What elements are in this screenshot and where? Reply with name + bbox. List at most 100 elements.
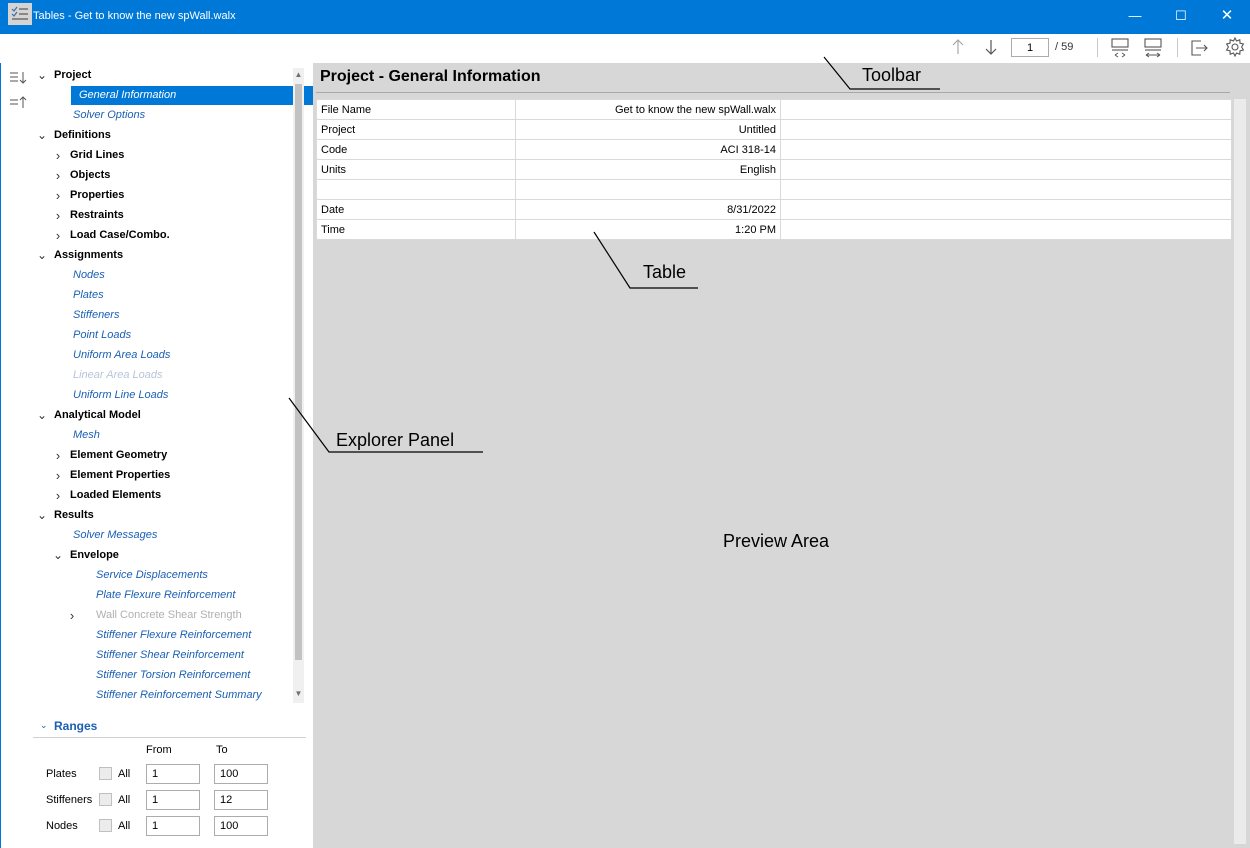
ranges-row-label: Nodes: [46, 820, 78, 832]
export-icon[interactable]: [1188, 37, 1210, 59]
tree-item[interactable]: ⌄ Assignments: [33, 246, 293, 265]
range-from-input[interactable]: 1: [146, 764, 200, 784]
tree-item[interactable]: › Element Properties: [33, 466, 293, 485]
tree-item-label: Grid Lines: [70, 149, 125, 161]
tree-item-label: Project: [54, 69, 92, 81]
tree-item[interactable]: › Grid Lines: [33, 146, 293, 165]
ranges-expand-icon[interactable]: ⌄: [40, 720, 48, 731]
page-number-input[interactable]: [1011, 38, 1049, 57]
minimize-button[interactable]: —: [1112, 0, 1158, 34]
ranges-header[interactable]: Ranges: [54, 719, 97, 733]
tree-item[interactable]: Linear Area Loads: [33, 366, 293, 385]
chevron-right-icon[interactable]: ›: [53, 466, 63, 485]
arrow-down-icon[interactable]: [983, 37, 999, 57]
table-row: Time 1:20 PM: [316, 219, 1232, 240]
tree-item[interactable]: › Properties: [33, 186, 293, 205]
explorer-scrollbar[interactable]: ▲ ▼: [293, 68, 304, 703]
range-to-input[interactable]: 12: [214, 790, 268, 810]
expand-rows-icon[interactable]: [1143, 37, 1163, 59]
tree-item-label: Linear Area Loads: [73, 369, 163, 381]
all-label: All: [118, 794, 131, 806]
tree-item[interactable]: Stiffener Flexure Reinforcement: [33, 626, 293, 645]
tree-item[interactable]: Plate Flexure Reinforcement: [33, 586, 293, 605]
tree-item[interactable]: ⌄ Project: [33, 66, 293, 85]
tree-item-label: Element Geometry: [70, 449, 168, 461]
tree-item[interactable]: Stiffeners: [33, 306, 293, 325]
tree-item-label: Stiffener Reinforcement Summary: [96, 689, 262, 701]
tree-item[interactable]: Point Loads: [33, 326, 293, 345]
tree-item-label: General Information: [79, 89, 177, 101]
chevron-right-icon[interactable]: ›: [53, 146, 63, 165]
range-from-input[interactable]: 1: [146, 816, 200, 836]
ranges-from-header: From: [146, 744, 172, 756]
table-row: Project Untitled: [316, 119, 1232, 140]
chevron-down-icon[interactable]: ⌄: [37, 406, 47, 425]
sort-ascending-icon[interactable]: [9, 95, 29, 111]
all-label: All: [118, 768, 131, 780]
scroll-down-icon[interactable]: ▼: [294, 690, 303, 698]
chevron-right-icon[interactable]: ›: [53, 226, 63, 245]
tree-item[interactable]: ⌄ Definitions: [33, 126, 293, 145]
chevron-down-icon[interactable]: ⌄: [37, 66, 47, 85]
sort-descending-icon[interactable]: [9, 70, 29, 86]
chevron-right-icon[interactable]: ›: [53, 486, 63, 505]
tree-item[interactable]: Plates: [33, 286, 293, 305]
chevron-down-icon[interactable]: ⌄: [37, 246, 47, 265]
tree-item[interactable]: General Information: [71, 86, 324, 105]
chevron-right-icon[interactable]: ›: [67, 606, 77, 625]
tree-item[interactable]: › Load Case/Combo.: [33, 226, 293, 245]
all-checkbox[interactable]: [99, 767, 112, 780]
preview-scrollbar[interactable]: [1234, 99, 1246, 844]
tree-item[interactable]: › Loaded Elements: [33, 486, 293, 505]
tree-item-label: Solver Options: [73, 109, 146, 121]
close-button[interactable]: ✕: [1204, 0, 1250, 34]
list-view-icon[interactable]: [8, 3, 32, 25]
tree-item-label: Properties: [70, 189, 125, 201]
tree-item[interactable]: Stiffener Reinforcement Summary: [33, 686, 293, 705]
tree-item[interactable]: Service Displacements: [33, 566, 293, 585]
tree-item-label: Stiffener Shear Reinforcement: [96, 649, 244, 661]
chevron-down-icon[interactable]: ⌄: [37, 506, 47, 525]
range-to-input[interactable]: 100: [214, 816, 268, 836]
chevron-right-icon[interactable]: ›: [53, 446, 63, 465]
range-to-input[interactable]: 100: [214, 764, 268, 784]
tree-item-label: Assignments: [54, 249, 124, 261]
table-row: Code ACI 318-14: [316, 139, 1232, 160]
tree-item[interactable]: › Element Geometry: [33, 446, 293, 465]
range-from-input[interactable]: 1: [146, 790, 200, 810]
chevron-down-icon[interactable]: ⌄: [53, 546, 63, 565]
tree-item[interactable]: Nodes: [33, 266, 293, 285]
scroll-up-icon[interactable]: ▲: [294, 71, 303, 79]
tree-item[interactable]: ⌄ Analytical Model: [33, 406, 293, 425]
tree-item[interactable]: Stiffener Torsion Reinforcement: [33, 666, 293, 685]
chevron-right-icon[interactable]: ›: [53, 186, 63, 205]
tree-item[interactable]: › Wall Concrete Shear Strength: [33, 606, 293, 625]
tree-item[interactable]: Solver Options: [33, 106, 293, 125]
chevron-right-icon[interactable]: ›: [53, 166, 63, 185]
all-checkbox[interactable]: [99, 819, 112, 832]
collapse-rows-icon[interactable]: [1110, 37, 1130, 59]
chevron-down-icon[interactable]: ⌄: [37, 126, 47, 145]
tree-item[interactable]: Uniform Area Loads: [33, 346, 293, 365]
table-row: Units English: [316, 159, 1232, 180]
chevron-right-icon[interactable]: ›: [53, 206, 63, 225]
tree-item[interactable]: Mesh: [33, 426, 293, 445]
tree-item[interactable]: Solver Messages: [33, 526, 293, 545]
tree-item[interactable]: Stiffener Shear Reinforcement: [33, 646, 293, 665]
scroll-thumb[interactable]: [295, 84, 302, 660]
data-table: File Name Get to know the new spWall.walx…: [316, 99, 1232, 240]
tree-item-label: Definitions: [54, 129, 111, 141]
title-bar: sp Tables - Get to know the new spWall.w…: [0, 0, 1250, 34]
ranges-row-label: Stiffeners: [46, 794, 93, 806]
tree-item[interactable]: ⌄ Results: [33, 506, 293, 525]
tree-item[interactable]: › Restraints: [33, 206, 293, 225]
table-cell: Get to know the new spWall.walx: [515, 99, 781, 120]
tree-item[interactable]: › Objects: [33, 166, 293, 185]
tree-item[interactable]: Uniform Line Loads: [33, 386, 293, 405]
arrow-up-icon[interactable]: [950, 37, 966, 57]
tree-item[interactable]: ⌄ Envelope: [33, 546, 293, 565]
maximize-button[interactable]: ☐: [1158, 0, 1204, 34]
settings-gear-icon[interactable]: [1224, 36, 1246, 58]
table-row: File Name Get to know the new spWall.walx: [316, 99, 1232, 120]
all-checkbox[interactable]: [99, 793, 112, 806]
